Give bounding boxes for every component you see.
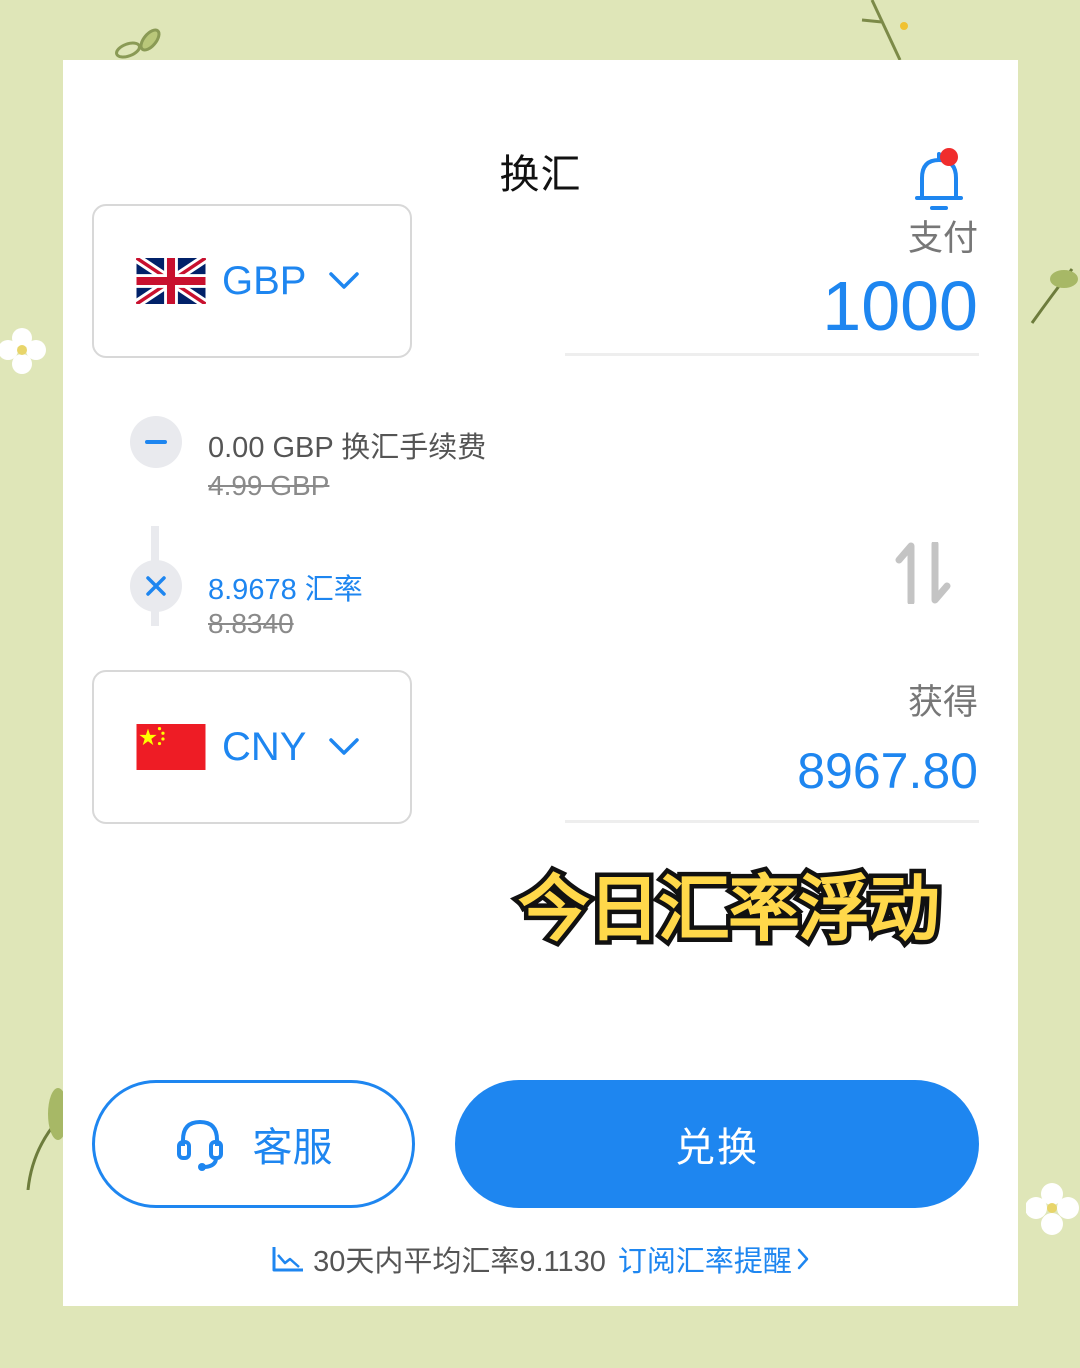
swap-icon[interactable] [895, 542, 951, 604]
pay-label: 支付 [907, 219, 978, 259]
chevron-right-icon[interactable] [796, 1247, 810, 1271]
exchange-button-label: 兑换 [675, 1125, 759, 1171]
receive-label: 获得 [907, 683, 978, 723]
footer-rate-info: 30天内平均汇率9.1130 订阅汇率提醒 [63, 1238, 1018, 1280]
leaf-decoration [1030, 268, 1078, 324]
rate-text: 8.9678 汇率 [208, 574, 363, 606]
flower-decoration [0, 328, 46, 374]
uk-flag-icon [136, 258, 206, 304]
rate-original: 8.8340 [208, 608, 294, 639]
exchange-button[interactable]: 兑换 [455, 1080, 979, 1208]
page-title: 换汇 [499, 152, 582, 198]
pay-currency-code: GBP [222, 258, 307, 303]
subscribe-rate-alert-link[interactable]: 订阅汇率提醒 [618, 1238, 792, 1280]
chevron-down-icon [329, 272, 360, 289]
headset-icon [176, 1119, 223, 1171]
pay-amount-input[interactable]: 1000 [822, 266, 978, 346]
fee-text: 0.00 GBP 换汇手续费 [208, 432, 487, 464]
flower-decoration [1026, 1183, 1079, 1235]
rate-banner-caption: 今日汇率浮动 [513, 863, 944, 956]
leaf-decoration [26, 1088, 66, 1190]
customer-service-label: 客服 [252, 1125, 333, 1171]
receive-amount-underline [565, 820, 979, 823]
receive-currency-selector[interactable]: CNY [92, 670, 412, 824]
twig-decoration [861, 0, 908, 60]
pay-amount-underline [565, 353, 979, 356]
average-rate-text: 30天内平均汇率9.1130 [313, 1246, 606, 1278]
fee-original: 4.99 GBP [208, 470, 330, 501]
customer-service-button[interactable]: 客服 [92, 1080, 415, 1208]
notification-dot [940, 148, 958, 166]
chevron-down-icon [329, 738, 360, 755]
china-flag-icon [136, 724, 206, 770]
exchange-card: 换汇 GBP 支付 1000 0.00 GBP 换汇手续费 4.99 GBP 8… [63, 60, 1018, 1306]
receive-amount: 8967.80 [797, 743, 978, 799]
pay-currency-selector[interactable]: GBP [92, 204, 412, 358]
receive-currency-code: CNY [222, 724, 307, 769]
times-icon [130, 560, 182, 612]
trend-chart-icon [272, 1247, 304, 1272]
minus-icon [130, 416, 182, 468]
